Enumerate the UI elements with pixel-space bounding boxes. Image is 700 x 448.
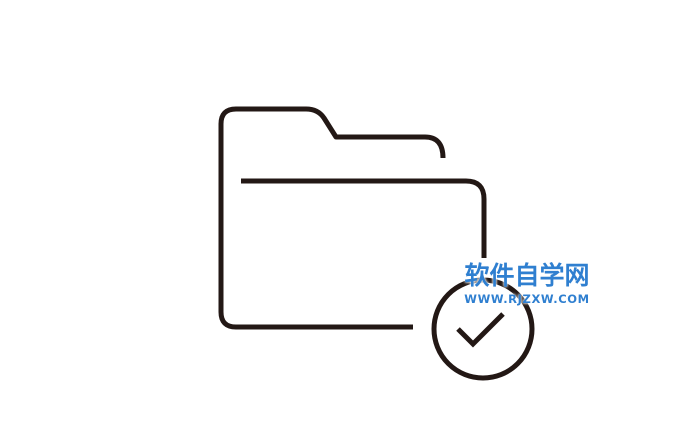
folder-check-icon [218,106,535,381]
folder-front-outline [241,178,487,258]
icon-canvas [0,0,700,444]
watermark-title: 软件自学网 [464,261,590,290]
folder-back-outline [218,106,446,330]
watermark-url: WWW.RJZXW.COM [464,292,590,306]
watermark: 软件自学网 WWW.RJZXW.COM [452,261,602,307]
